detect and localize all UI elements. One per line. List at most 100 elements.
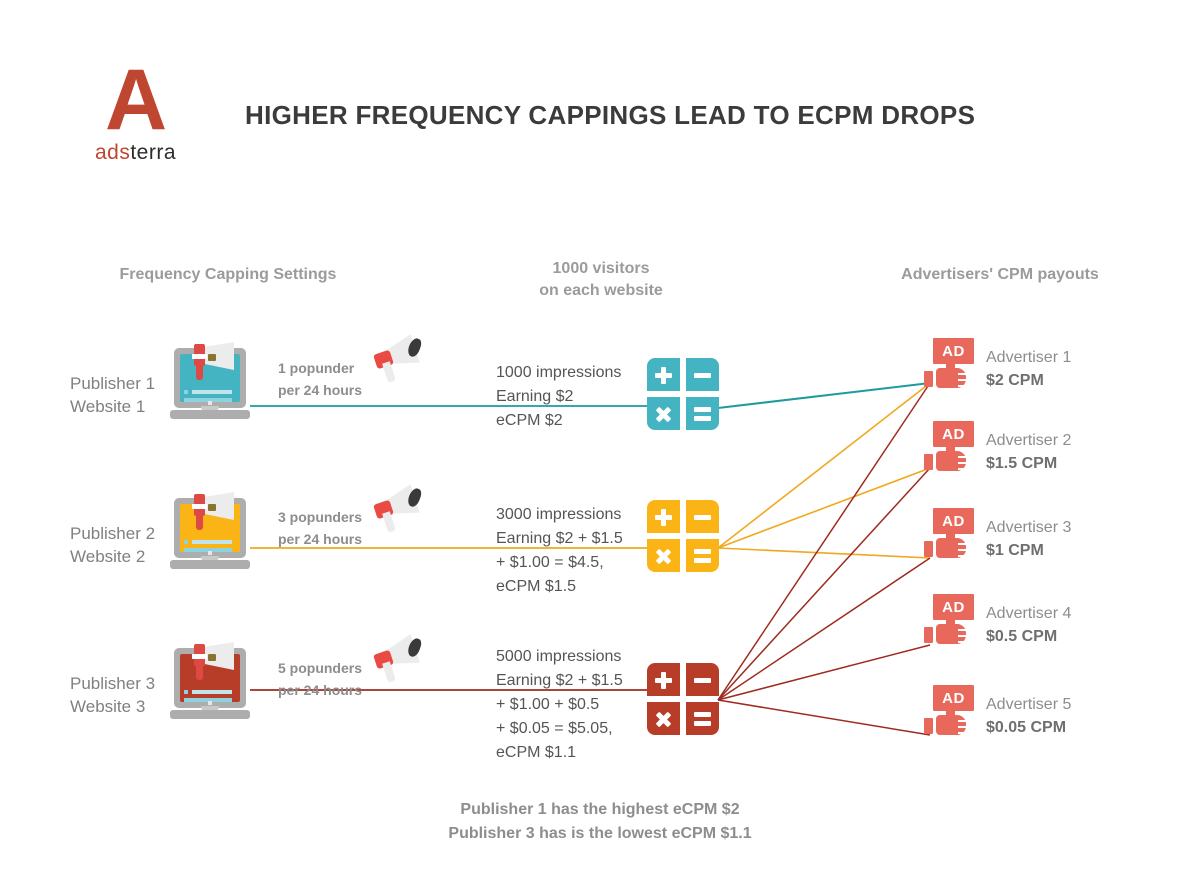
laptop-camera-dot — [208, 551, 212, 555]
publisher-2-line-2: Website 2 — [70, 547, 146, 566]
advertiser-info-2: Advertiser 2 $1.5 CPM — [986, 429, 1071, 475]
capping-text-3: 5 popunders per 24 hours — [278, 657, 362, 701]
advertiser-cpm-4: $0.5 CPM — [986, 628, 1058, 645]
hand-thumb — [924, 371, 933, 387]
hand-finger-line-1 — [958, 720, 967, 722]
publisher-label-3: Publisher 3 Website 3 — [70, 672, 155, 718]
column-header-payouts: Advertisers' CPM payouts — [901, 266, 1099, 283]
megaphone-handle — [196, 514, 203, 530]
impressions-1-line-3: eCPM $2 — [496, 412, 563, 429]
visitors-line-1: 1000 visitors — [552, 260, 650, 277]
impressions-text-1: 1000 impressions Earning $2 eCPM $2 — [496, 361, 621, 433]
calculator-icon-1 — [647, 358, 719, 430]
hand-finger-line-2 — [958, 635, 967, 637]
hand-finger-line-2 — [958, 462, 967, 464]
advertiser-info-5: Advertiser 5 $0.05 CPM — [986, 693, 1071, 739]
megaphone-stick — [382, 661, 396, 683]
hand-thumb — [924, 627, 933, 643]
hand-finger-line-1 — [958, 456, 967, 458]
capping-3-line-1: 5 popunders — [278, 660, 363, 676]
calculator-quadrant-equals — [686, 702, 719, 735]
laptop-camera-dot — [208, 701, 212, 705]
megaphone-ring — [192, 354, 207, 359]
hand-finger-line-3 — [958, 732, 967, 734]
ad-sign-label: AD — [942, 343, 965, 360]
advertiser-name-5: Advertiser 5 — [986, 696, 1072, 713]
advertiser-name-3: Advertiser 3 — [986, 519, 1072, 536]
hand-thumb — [924, 718, 933, 734]
capping-2-line-1: 3 popunders — [278, 509, 363, 525]
hand-finger-line-3 — [958, 385, 967, 387]
capping-text-1: 1 popunder per 24 hours — [278, 357, 362, 401]
connectors-publisher-1 — [717, 382, 931, 409]
visitors-line-2: on each website — [539, 282, 663, 299]
ad-hand-icon-5: AD — [924, 685, 976, 737]
megaphone-icon-3 — [372, 634, 432, 686]
impressions-3-line-5: eCPM $1.1 — [496, 744, 577, 761]
hand-finger-line-3 — [958, 555, 967, 557]
advertiser-name-2: Advertiser 2 — [986, 432, 1072, 449]
page-title: HIGHER FREQUENCY CAPPINGS LEAD TO ECPM D… — [245, 100, 976, 130]
ad-sign-label: AD — [942, 426, 965, 443]
megaphone-tip — [208, 354, 216, 361]
hand-finger-line-3 — [958, 468, 967, 470]
calculator-icon-3 — [647, 663, 719, 735]
footer-line-1: Publisher 1 has the highest eCPM $2 — [460, 801, 740, 818]
advertiser-name-1: Advertiser 1 — [986, 349, 1072, 366]
laptop-line-1 — [192, 540, 232, 544]
publisher-label-2: Publisher 2 Website 2 — [70, 522, 155, 568]
impressions-1-line-1: 1000 impressions — [496, 364, 622, 381]
publisher-1-line-1: Publisher 1 — [70, 374, 156, 393]
megaphone-overlay-icon — [190, 638, 236, 684]
equals-icon — [694, 407, 711, 412]
impressions-1-line-2: Earning $2 — [496, 388, 574, 405]
capping-3-line-2: per 24 hours — [278, 682, 363, 698]
impressions-2-line-1: 3000 impressions — [496, 506, 622, 523]
column-header-visitors: 1000 visitors on each website — [478, 258, 724, 302]
laptop-base — [170, 410, 250, 419]
impressions-2-line-4: eCPM $1.5 — [496, 578, 577, 595]
hand-finger-line-1 — [958, 373, 967, 375]
advertiser-info-4: Advertiser 4 $0.5 CPM — [986, 602, 1071, 648]
megaphone-overlay-icon — [190, 338, 236, 384]
hand-finger-line-1 — [958, 629, 967, 631]
megaphone-tip — [208, 504, 216, 511]
publisher-1-line-2: Website 1 — [70, 397, 146, 416]
laptop-bullet — [184, 540, 188, 544]
ad-hand-icon-4: AD — [924, 594, 976, 646]
minus-icon — [694, 373, 711, 378]
hand-finger-line-2 — [958, 726, 967, 728]
minus-icon — [694, 678, 711, 683]
megaphone-stick — [382, 511, 396, 533]
equals-icon-second — [694, 416, 711, 421]
hand-finger-line-1 — [958, 543, 967, 545]
ad-sign-label: AD — [942, 690, 965, 707]
logo-word-ads: ads — [94, 141, 131, 164]
laptop-bullet — [184, 690, 188, 694]
laptop-line-1 — [192, 390, 232, 394]
connectors-publisher-2 — [717, 382, 931, 559]
footer-summary: Publisher 1 has the highest eCPM $2 Publ… — [0, 798, 1200, 846]
megaphone-handle — [196, 364, 203, 380]
publisher-label-1: Publisher 1 Website 1 — [70, 372, 155, 418]
logo-letter-a: A — [104, 52, 167, 148]
impressions-3-line-4: + $0.05 = $5.05, — [496, 720, 613, 737]
equals-icon — [694, 549, 711, 554]
hand-thumb — [924, 541, 933, 557]
capping-text-2: 3 popunders per 24 hours — [278, 506, 362, 550]
laptop-icon-publisher-2 — [170, 490, 250, 582]
laptop-base — [170, 710, 250, 719]
calculator-quadrant-equals — [686, 397, 719, 430]
advertiser-cpm-2: $1.5 CPM — [986, 455, 1058, 472]
plus-icon-vertical — [661, 672, 666, 689]
ad-sign-label: AD — [942, 599, 965, 616]
laptop-bullet — [184, 390, 188, 394]
laptop-line-1 — [192, 690, 232, 694]
laptop-base — [170, 560, 250, 569]
logo-wordmark: adsterra — [78, 142, 193, 164]
advertiser-cpm-1: $2 CPM — [986, 372, 1044, 389]
laptop-camera-dot — [208, 401, 212, 405]
impressions-3-line-1: 5000 impressions — [496, 648, 622, 665]
footer-line-2: Publisher 3 has is the lowest eCPM $1.1 — [448, 825, 752, 842]
capping-1-line-1: 1 popunder — [278, 360, 355, 376]
